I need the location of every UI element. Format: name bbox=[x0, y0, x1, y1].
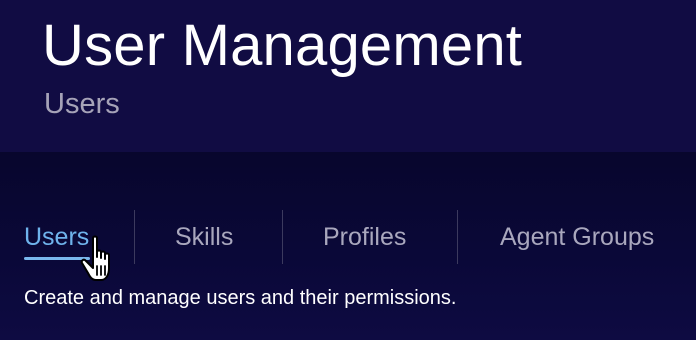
active-tab-indicator bbox=[24, 257, 90, 260]
tab-users[interactable]: Users bbox=[0, 206, 134, 270]
page-title: User Management bbox=[42, 13, 523, 78]
tab-agent-groups-label: Agent Groups bbox=[500, 223, 655, 251]
tab-agent-groups[interactable]: Agent Groups bbox=[458, 206, 696, 270]
tab-users-label: Users bbox=[24, 223, 90, 251]
tab-profiles[interactable]: Profiles bbox=[283, 206, 457, 270]
tab-bar: Users Skills Profiles Agent Groups bbox=[0, 206, 696, 270]
tab-skills-label: Skills bbox=[175, 223, 234, 251]
tab-profiles-label: Profiles bbox=[323, 223, 407, 251]
tab-description: Create and manage users and their permis… bbox=[24, 287, 457, 309]
tab-skills[interactable]: Skills bbox=[135, 206, 282, 270]
page-header: User Management Users bbox=[0, 0, 696, 152]
page-subtitle: Users bbox=[44, 88, 120, 120]
